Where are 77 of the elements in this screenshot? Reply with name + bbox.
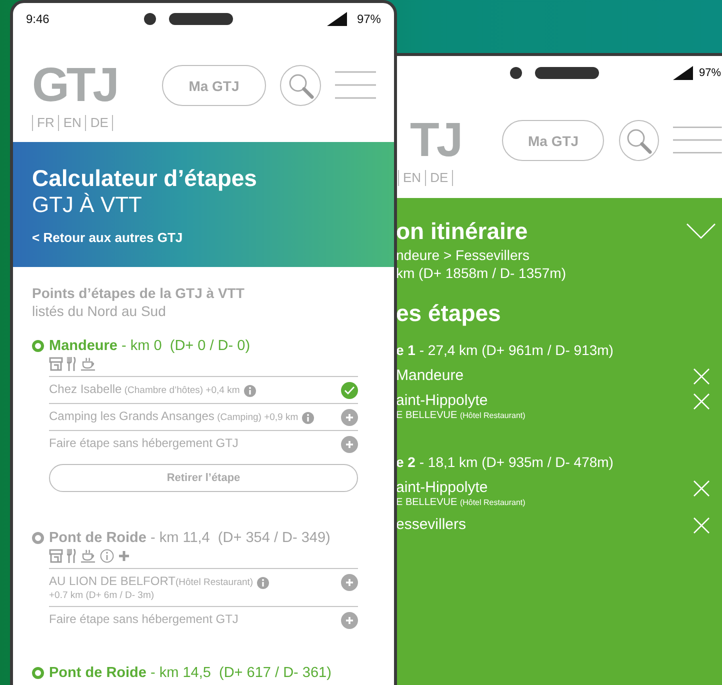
clock: 9:46 xyxy=(26,12,50,26)
language-link[interactable]: DE xyxy=(85,115,114,131)
add-button[interactable] xyxy=(341,612,358,629)
lodging-option: Chez Isabelle (Chambre d’hôtes) +0,4 km xyxy=(49,382,240,398)
logo[interactable]: GTJ xyxy=(32,65,116,107)
close-icon[interactable] xyxy=(693,480,710,497)
stop-name: essevillers xyxy=(396,516,466,534)
language-link[interactable]: EN xyxy=(398,170,426,186)
plus-icon xyxy=(118,550,130,562)
info-icon[interactable] xyxy=(244,384,256,396)
language-link[interactable]: EN xyxy=(58,115,86,131)
cup-icon xyxy=(80,357,96,371)
route-summary: km (D+ 1858m / D- 1357m) xyxy=(396,264,567,282)
plus-icon xyxy=(345,413,354,422)
close-icon[interactable] xyxy=(693,393,710,410)
add-button[interactable] xyxy=(341,409,358,426)
stop-lodging: E BELLEVUE (Hôtel Restaurant) xyxy=(396,410,526,422)
info-icon xyxy=(100,549,114,563)
remove-stage-button[interactable]: Retirer l’étape xyxy=(49,464,358,492)
leg-heading: e 2 - 18,1 km (D+ 935m / D- 478m) xyxy=(396,453,614,472)
section-title: Points d’étapes de la GTJ à VTT xyxy=(32,284,246,302)
camera-dot xyxy=(510,67,522,79)
lodging-option: Camping les Grands Ansanges (Camping) +0,9 km xyxy=(49,409,298,425)
speaker-slot xyxy=(535,67,599,79)
logo[interactable]: TJ xyxy=(398,120,460,162)
add-button[interactable] xyxy=(341,574,358,591)
search-button[interactable] xyxy=(280,65,321,106)
stage-title[interactable]: Pont de Roide - km 11,4 (D+ 354 / D- 349) xyxy=(49,529,330,547)
check-icon xyxy=(344,386,355,395)
speaker-slot xyxy=(168,13,233,25)
signal-icon xyxy=(326,12,347,26)
menu-icon[interactable] xyxy=(673,126,722,154)
fork-knife-icon xyxy=(67,549,76,563)
account-button[interactable]: Ma GTJ xyxy=(162,65,266,106)
cup-icon xyxy=(80,549,96,563)
close-icon[interactable] xyxy=(693,368,710,385)
stop-name: aint-Hippolyte xyxy=(396,392,489,410)
leg-heading: e 1 - 27,4 km (D+ 961m / D- 913m) xyxy=(396,341,614,360)
shop-icon xyxy=(49,549,63,563)
menu-icon[interactable] xyxy=(335,71,376,99)
page-title: Calculateur d’étapes xyxy=(32,164,258,192)
battery-level: 97% xyxy=(698,67,721,79)
language-link[interactable]: FR xyxy=(32,115,58,131)
plus-icon xyxy=(345,578,354,587)
search-button[interactable] xyxy=(619,120,660,161)
info-icon[interactable] xyxy=(302,412,314,424)
check-button[interactable] xyxy=(341,382,358,399)
route-text: ndeure > Fessevillers xyxy=(396,246,530,264)
search-icon xyxy=(626,128,652,154)
stop-lodging: E BELLEVUE (Hôtel Restaurant) xyxy=(396,497,526,509)
close-icon[interactable] xyxy=(693,517,710,534)
account-button[interactable]: Ma GTJ xyxy=(502,120,604,161)
lodging-option: Faire étape sans hébergement GTJ xyxy=(49,612,238,627)
itinerary-title: on itinéraire xyxy=(396,217,528,246)
language-link[interactable]: DE xyxy=(425,170,454,186)
search-icon xyxy=(288,72,314,98)
add-button[interactable] xyxy=(341,436,358,453)
stop-name: Mandeure xyxy=(396,367,464,385)
stop-name: aint-Hippolyte xyxy=(396,479,489,497)
lodging-option: Faire étape sans hébergement GTJ xyxy=(49,436,238,451)
page-subtitle: GTJ À VTT xyxy=(32,192,143,218)
section-subtitle: listés du Nord au Sud xyxy=(32,302,167,320)
lodging-detail: +0.7 km (D+ 6m / D- 3m) xyxy=(49,590,156,602)
stages-title: es étapes xyxy=(396,299,502,328)
plus-icon xyxy=(345,440,354,449)
info-icon[interactable] xyxy=(257,576,270,588)
stage-title[interactable]: Mandeure - km 0 (D+ 0 / D- 0) xyxy=(49,337,250,355)
plus-icon xyxy=(345,616,354,625)
stage-title[interactable]: Pont de Roide - km 14,5 (D+ 617 / D- 361) xyxy=(49,664,332,682)
signal-icon xyxy=(672,66,693,80)
camera-dot xyxy=(144,13,156,25)
battery-level: 97% xyxy=(356,12,381,26)
back-link[interactable]: < Retour aux autres GTJ xyxy=(32,230,183,245)
shop-icon xyxy=(49,357,63,371)
fork-knife-icon xyxy=(67,357,76,371)
chevron-down-icon[interactable] xyxy=(686,223,716,239)
lodging-option: AU LION DE BELFORT(Hôtel Restaurant) xyxy=(49,574,254,590)
